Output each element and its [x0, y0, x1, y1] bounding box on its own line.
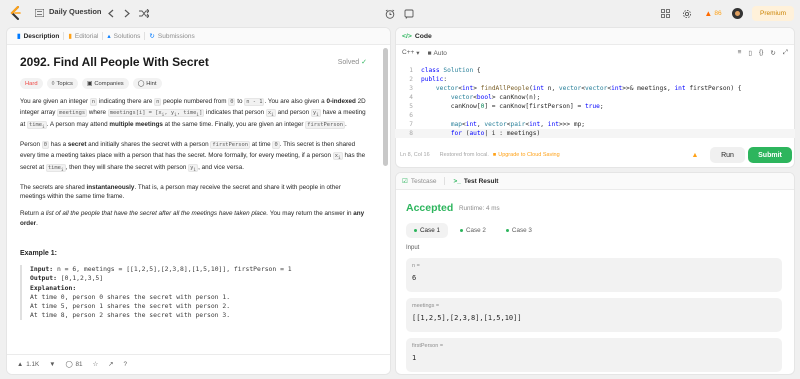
- problem-title: 2092. Find All People With Secret: [20, 55, 209, 69]
- description-panel: ▮ Description ▮ Editorial ▴ Solutions ↻ …: [6, 27, 391, 375]
- code-icon: </>: [402, 32, 412, 40]
- tab-editorial[interactable]: ▮ Editorial: [64, 32, 102, 41]
- share-button[interactable]: ↗: [108, 361, 113, 368]
- checkbox-icon: ☑: [402, 178, 408, 185]
- streak-count: 86: [714, 10, 722, 17]
- dislike-button[interactable]: ▼: [49, 361, 55, 368]
- expand-icon[interactable]: ⤢: [783, 49, 788, 57]
- tab-test-result[interactable]: >_ Test Result: [453, 178, 498, 185]
- tab-solutions[interactable]: ▴ Solutions: [103, 32, 144, 41]
- tab-description[interactable]: ▮ Description: [13, 32, 63, 41]
- flask-icon: ▴: [107, 33, 111, 40]
- input-field-firstperson: firstPerson = 1: [406, 338, 782, 372]
- bookmark-icon[interactable]: ▯: [748, 49, 752, 57]
- example-title: Example 1:: [20, 250, 57, 258]
- companies-badge[interactable]: ▣ Companies: [81, 78, 129, 89]
- upgrade-link[interactable]: ■ Upgrade to Cloud Saving: [493, 152, 560, 158]
- description-paragraph: Person 0 has a secret and initially shar…: [20, 140, 366, 174]
- solved-status: Solved ✓: [337, 58, 367, 67]
- question-icon: ?: [123, 361, 127, 368]
- timer-icon[interactable]: [383, 7, 396, 20]
- reset-icon[interactable]: ↻: [770, 49, 775, 57]
- fire-icon: ▲: [704, 9, 713, 18]
- case-2[interactable]: Case 2: [452, 223, 494, 238]
- settings-gear-icon[interactable]: [681, 8, 692, 19]
- case-3[interactable]: Case 3: [498, 223, 540, 238]
- terminal-icon: >_: [453, 177, 461, 185]
- premium-button[interactable]: Premium: [752, 6, 794, 21]
- code-editor[interactable]: 1 class Solution { 2 public: 3 vector<int>…: [395, 62, 795, 138]
- code-header: </> Code: [396, 28, 794, 45]
- book-icon: ▮: [68, 33, 72, 40]
- tab-testcase[interactable]: ☑ Testcase: [402, 177, 436, 186]
- description-paragraph: The secrets are shared instantaneously. …: [20, 183, 341, 201]
- result-status: Accepted: [406, 202, 454, 214]
- shuffle-icon[interactable]: [139, 8, 149, 18]
- document-icon: ▮: [17, 33, 21, 40]
- problem-list-icon[interactable]: [34, 8, 44, 18]
- case-tabs: Case 1 Case 2 Case 3: [406, 223, 540, 238]
- debug-icon[interactable]: ▲: [690, 150, 700, 160]
- description-paragraph: You are given an integer n indicating th…: [20, 98, 366, 131]
- language-select[interactable]: C++ ▾: [402, 49, 420, 57]
- top-bar: Daily Question ▲ 86 Premium: [0, 0, 800, 27]
- comment-icon: ◯: [65, 361, 73, 368]
- restored-note: Restored from local.: [439, 152, 489, 158]
- format-icon[interactable]: ≡: [738, 49, 742, 57]
- code-toolbar: C++ ▾ ■ Auto ≡ ▯ {} ↻ ⤢: [396, 45, 794, 61]
- chevron-down-icon: ▾: [416, 50, 420, 57]
- cursor-position: Ln 8, Col 16: [400, 152, 430, 158]
- thumbs-down-icon: ▼: [49, 361, 56, 368]
- auto-mode[interactable]: ■ Auto: [428, 50, 447, 57]
- streak-counter[interactable]: ▲ 86: [702, 8, 724, 19]
- submit-button[interactable]: Submit: [748, 147, 792, 163]
- description-paragraph: Return a list of all the people that hav…: [20, 210, 365, 227]
- input-field-meetings: meetings = [[1,2,5],[2,3,8],[1,5,10]]: [406, 298, 782, 332]
- result-tabs: ☑ Testcase >_ Test Result: [396, 173, 794, 190]
- run-button[interactable]: Run: [710, 147, 745, 163]
- editor-status: Ln 8, Col 16 Restored from local. ■ Upgra…: [400, 152, 560, 158]
- star-icon: ☆: [92, 361, 99, 368]
- layout-grid-icon[interactable]: [660, 8, 671, 19]
- comments-button[interactable]: ◯ 81: [65, 361, 82, 368]
- runtime: Runtime: 4 ms: [459, 205, 500, 212]
- braces-icon[interactable]: {}: [759, 49, 763, 57]
- daily-question-link[interactable]: Daily Question: [49, 7, 102, 16]
- difficulty-badge: Hard: [20, 78, 43, 89]
- check-circle-icon: ✓: [361, 59, 367, 66]
- favorite-button[interactable]: ☆: [93, 361, 99, 368]
- tag-icon: ◊: [51, 80, 55, 87]
- example-block: Input: n = 6, meetings = [[1,2,5],[2,3,8…: [20, 265, 367, 321]
- problem-description: 2092. Find All People With Secret Solved…: [7, 45, 380, 354]
- tab-submissions[interactable]: ↻ Submissions: [145, 32, 198, 41]
- avatar[interactable]: [732, 8, 743, 19]
- thumbs-up-icon: ▲: [17, 361, 24, 368]
- lightbulb-icon: ◯: [137, 80, 145, 87]
- share-icon: ↗: [108, 361, 114, 368]
- input-field-n: n = 6: [406, 258, 782, 292]
- chevron-left-icon[interactable]: [106, 8, 116, 18]
- description-scrollbar[interactable]: [383, 48, 388, 166]
- leetcode-logo-icon[interactable]: [9, 6, 22, 20]
- note-icon[interactable]: [402, 7, 415, 20]
- building-icon: ▣: [86, 80, 93, 87]
- history-icon: ↻: [149, 33, 155, 40]
- hint-badge[interactable]: ◯ Hint: [132, 78, 162, 89]
- description-footer: ▲ 1.1K ▼ ◯ 81 ☆ ↗ ?: [7, 354, 390, 374]
- chevron-right-icon[interactable]: [122, 8, 132, 18]
- description-tabs: ▮ Description ▮ Editorial ▴ Solutions ↻ …: [7, 28, 390, 45]
- help-button[interactable]: ?: [123, 361, 127, 368]
- problem-badges: Hard ◊ Topics ▣ Companies ◯ Hint: [20, 78, 367, 89]
- like-button[interactable]: ▲ 1.1K: [17, 361, 39, 368]
- topics-badge[interactable]: ◊ Topics: [46, 78, 78, 89]
- input-label: Input: [406, 245, 420, 251]
- lock-icon: ■: [492, 152, 497, 158]
- case-1[interactable]: Case 1: [406, 223, 448, 238]
- result-panel: ☑ Testcase >_ Test Result Accepted Runti…: [395, 172, 795, 375]
- lock-icon: ■: [427, 49, 432, 57]
